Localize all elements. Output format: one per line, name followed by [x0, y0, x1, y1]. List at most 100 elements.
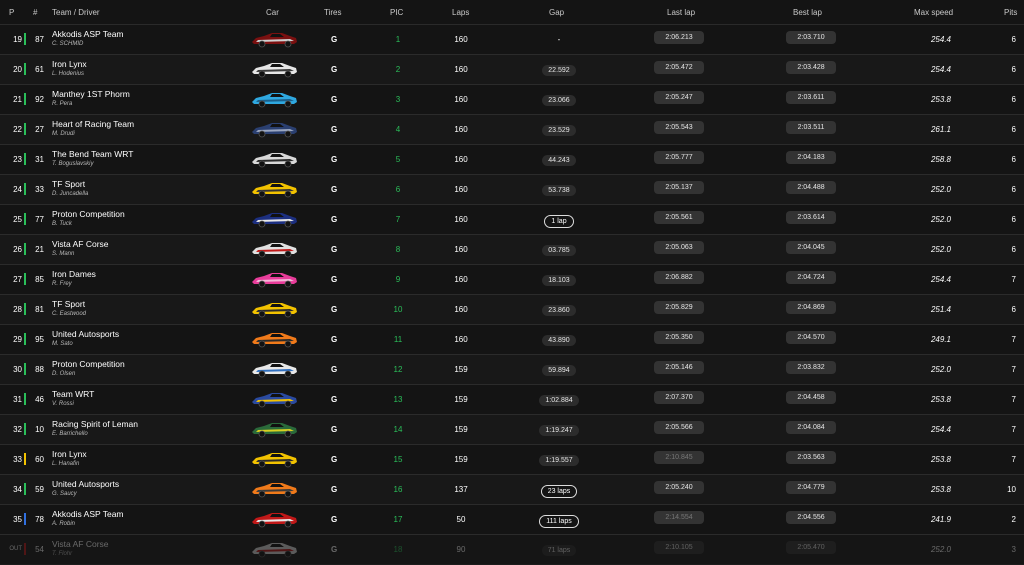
pit-stops: 6	[1011, 305, 1016, 314]
best-lap-time: 2:05.470	[786, 541, 836, 554]
team-name[interactable]: Iron Lynx	[52, 59, 87, 69]
header-laps[interactable]: Laps	[452, 8, 469, 17]
pit-stops: 6	[1011, 35, 1016, 44]
gap-value: 111 laps	[539, 515, 579, 528]
last-lap: 2:10.105	[654, 541, 704, 554]
table-row[interactable]: 32 10 Racing Spirit of Leman E. Barrichello…	[0, 415, 1024, 445]
pit-stops: 6	[1011, 65, 1016, 74]
table-row[interactable]: 29 95 United Autosports M. Sato G 11 160 43.890…	[0, 325, 1024, 355]
team-name[interactable]: Racing Spirit of Leman	[52, 419, 138, 429]
last-lap-time: 2:05.240	[654, 481, 704, 494]
table-row[interactable]: OUT 54 Vista AF Corse T. Flohr G 18 90 71 laps 2…	[0, 535, 1024, 565]
team-name[interactable]: Iron Dames	[52, 269, 96, 279]
team-name[interactable]: Vista AF Corse	[52, 239, 109, 249]
last-lap: 2:05.543	[654, 121, 704, 134]
position: 26	[13, 245, 22, 254]
header-best-lap[interactable]: Best lap	[793, 8, 822, 17]
driver-name[interactable]: D. Juncadella	[52, 191, 88, 197]
driver-name[interactable]: B. Tuck	[52, 221, 72, 227]
driver-name[interactable]: V. Rossi	[52, 401, 74, 407]
table-row[interactable]: 28 81 TF Sport C. Eastwood G 10 160 23.860 2:05.…	[0, 295, 1024, 325]
header-pos[interactable]: P	[9, 8, 14, 17]
table-row[interactable]: 27 85 Iron Dames R. Frey G 9 160 18.103 2:06.882…	[0, 265, 1024, 295]
team-name[interactable]: Vista AF Corse	[52, 539, 109, 549]
table-row[interactable]: 21 92 Manthey 1ST Phorm R. Pera G 3 160 23.066 2…	[0, 85, 1024, 115]
team-name[interactable]: Iron Lynx	[52, 449, 87, 459]
best-lap-time: 2:03.428	[786, 61, 836, 74]
team-name[interactable]: Team WRT	[52, 389, 94, 399]
driver-name[interactable]: M. Drudi	[52, 131, 75, 137]
tire-compound: G	[331, 305, 338, 314]
header-pic[interactable]: PIC	[390, 8, 403, 17]
car-image	[250, 270, 298, 288]
laps-completed: 160	[454, 95, 468, 104]
car-image	[250, 300, 298, 318]
tire-compound: G	[331, 185, 338, 194]
class-color-bar	[24, 333, 26, 345]
driver-name[interactable]: E. Barrichello	[52, 431, 88, 437]
driver-name[interactable]: R. Frey	[52, 281, 72, 287]
table-row[interactable]: 35 78 Akkodis ASP Team A. Robin G 17 50 111 lap…	[0, 505, 1024, 535]
table-row[interactable]: 34 59 United Autosports G. Saucy G 16 137 23 la…	[0, 475, 1024, 505]
last-lap-time: 2:05.350	[654, 331, 704, 344]
table-row[interactable]: 24 33 TF Sport D. Juncadella G 6 160 53.738 2:05…	[0, 175, 1024, 205]
team-name[interactable]: United Autosports	[52, 479, 119, 489]
table-row[interactable]: 20 61 Iron Lynx L. Hodenius G 2 160 22.592 2:05.…	[0, 55, 1024, 85]
last-lap: 2:10.845	[654, 451, 704, 464]
driver-name[interactable]: S. Mann	[52, 251, 74, 257]
driver-name[interactable]: T. Boguslavskiy	[52, 161, 93, 167]
results-table: P # Team / Driver Car Tires PIC Laps Gap…	[0, 0, 1024, 565]
car-image	[250, 450, 298, 468]
header-last-lap[interactable]: Last lap	[667, 8, 695, 17]
header-max-speed[interactable]: Max speed	[914, 8, 953, 17]
driver-name[interactable]: A. Robin	[52, 521, 75, 527]
pit-stops: 7	[1011, 365, 1016, 374]
max-speed: 258.8	[930, 155, 951, 164]
pit-stops: 7	[1011, 395, 1016, 404]
class-color-bar	[24, 183, 26, 195]
last-lap: 2:06.213	[654, 31, 704, 44]
table-row[interactable]: 23 31 The Bend Team WRT T. Boguslavskiy G 5 16…	[0, 145, 1024, 175]
laps-completed: 160	[454, 125, 468, 134]
team-name[interactable]: TF Sport	[52, 299, 85, 309]
driver-name[interactable]: L. Hanafin	[52, 461, 79, 467]
driver-name[interactable]: M. Sato	[52, 341, 73, 347]
driver-name[interactable]: C. Eastwood	[52, 311, 86, 317]
position: 22	[13, 125, 22, 134]
table-row[interactable]: 22 27 Heart of Racing Team M. Drudi G 4 160 23.…	[0, 115, 1024, 145]
pit-stops: 6	[1011, 245, 1016, 254]
team-name[interactable]: Proton Competition	[52, 209, 125, 219]
best-lap-time: 2:04.488	[786, 181, 836, 194]
laps-completed: 159	[454, 365, 468, 374]
team-name[interactable]: Heart of Racing Team	[52, 119, 134, 129]
driver-name[interactable]: L. Hodenius	[52, 71, 84, 77]
table-row[interactable]: 33 60 Iron Lynx L. Hanafin G 15 159 1:19.557 2:1…	[0, 445, 1024, 475]
header-gap[interactable]: Gap	[549, 8, 564, 17]
table-row[interactable]: 31 46 Team WRT V. Rossi G 13 159 1:02.884 2:07.3…	[0, 385, 1024, 415]
header-team-driver[interactable]: Team / Driver	[52, 8, 100, 17]
car-image	[250, 180, 298, 198]
table-row[interactable]: 19 87 Akkodis ASP Team C. SCHMID G 1 160 - 2:06.…	[0, 25, 1024, 55]
header-tires[interactable]: Tires	[324, 8, 341, 17]
max-speed: 253.8	[930, 95, 951, 104]
team-name[interactable]: TF Sport	[52, 179, 85, 189]
position-in-class: 14	[393, 425, 403, 434]
driver-name[interactable]: D. Olsen	[52, 371, 75, 377]
driver-name[interactable]: G. Saucy	[52, 491, 77, 497]
gap-cell: 23.529	[534, 125, 584, 136]
team-name[interactable]: Manthey 1ST Phorm	[52, 89, 130, 99]
driver-name[interactable]: R. Pera	[52, 101, 72, 107]
header-pits[interactable]: Pits	[1004, 8, 1017, 17]
table-row[interactable]: 26 21 Vista AF Corse S. Mann G 8 160 03.785 2:05…	[0, 235, 1024, 265]
team-name[interactable]: The Bend Team WRT	[52, 149, 133, 159]
driver-name[interactable]: C. SCHMID	[52, 41, 83, 47]
table-row[interactable]: 30 88 Proton Competition D. Olsen G 12 159 59.8…	[0, 355, 1024, 385]
table-row[interactable]: 25 77 Proton Competition B. Tuck G 7 160 1 lap 2…	[0, 205, 1024, 235]
team-name[interactable]: Akkodis ASP Team	[52, 509, 124, 519]
team-name[interactable]: Proton Competition	[52, 359, 125, 369]
header-number[interactable]: #	[33, 8, 37, 17]
laps-completed: 50	[456, 515, 466, 524]
position-in-class: 5	[395, 155, 401, 164]
team-name[interactable]: Akkodis ASP Team	[52, 29, 124, 39]
team-name[interactable]: United Autosports	[52, 329, 119, 339]
